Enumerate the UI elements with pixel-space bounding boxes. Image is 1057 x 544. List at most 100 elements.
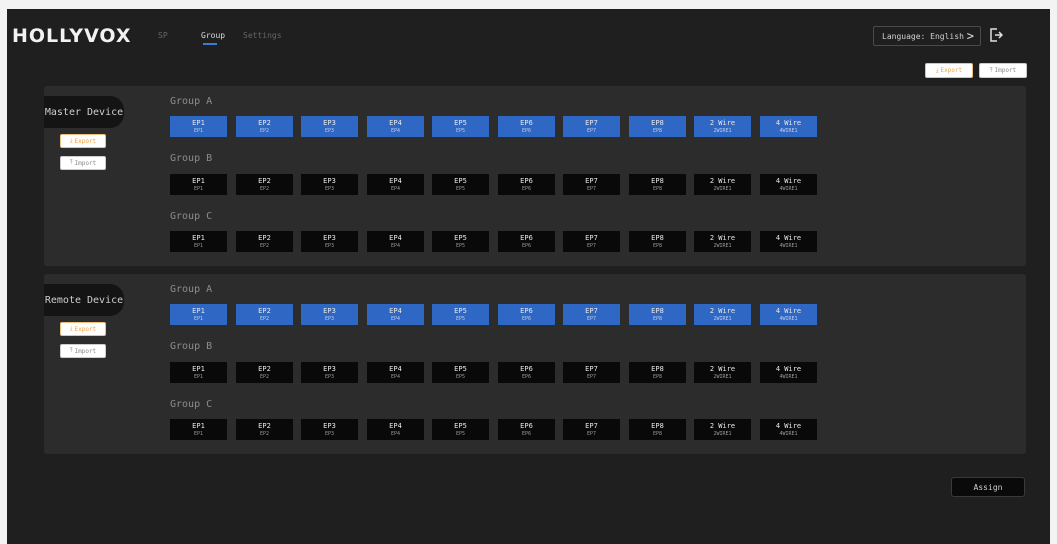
group-cell[interactable]: 2 Wire 2WIRE1 — [694, 174, 751, 195]
group-cell[interactable]: EP4 EP4 — [367, 174, 424, 195]
cell-sub: EP2 — [259, 185, 270, 192]
device-tab[interactable]: Master Device — [44, 96, 124, 128]
cell-name: 2 Wire — [709, 233, 736, 242]
assign-button[interactable]: Assign — [951, 477, 1025, 497]
group-cell[interactable]: EP4 EP4 — [367, 231, 424, 252]
device-import-button[interactable]: ⤒ Import — [60, 344, 106, 358]
group-cell[interactable]: EP3 EP3 — [301, 362, 358, 383]
cell-name: EP3 — [323, 306, 336, 315]
group-cell[interactable]: EP2 EP2 — [236, 174, 293, 195]
group-cell[interactable]: EP1 EP1 — [170, 419, 227, 440]
top-import-button[interactable]: ⤒ Import — [979, 63, 1027, 78]
group-cell[interactable]: EP8 EP8 — [629, 304, 686, 325]
group-cell[interactable]: 4 Wire 4WIRE1 — [760, 362, 817, 383]
group-cell[interactable]: EP3 EP3 — [301, 116, 358, 137]
group-cell[interactable]: EP3 EP3 — [301, 304, 358, 325]
cell-name: EP2 — [258, 118, 271, 127]
cell-sub: EP5 — [455, 127, 466, 134]
cell-name: EP7 — [585, 306, 598, 315]
group-cell[interactable]: EP6 EP6 — [498, 419, 555, 440]
cell-sub: EP3 — [324, 430, 335, 437]
device-tab[interactable]: Remote Device — [44, 284, 124, 316]
group-cell[interactable]: EP3 EP3 — [301, 231, 358, 252]
group-cell[interactable]: EP8 EP8 — [629, 231, 686, 252]
tab-sp[interactable]: SP — [158, 31, 168, 40]
cell-sub: EP3 — [324, 185, 335, 192]
group-cell[interactable]: EP6 EP6 — [498, 304, 555, 325]
group-cell[interactable]: EP3 EP3 — [301, 419, 358, 440]
tab-settings[interactable]: Settings — [243, 31, 282, 40]
group-cell[interactable]: EP1 EP1 — [170, 231, 227, 252]
group-cell[interactable]: EP1 EP1 — [170, 116, 227, 137]
cell-name: EP1 — [192, 233, 205, 242]
device-export-button[interactable]: ⤓ Export — [60, 134, 106, 148]
group-cell[interactable]: EP3 EP3 — [301, 174, 358, 195]
group-cell[interactable]: EP2 EP2 — [236, 116, 293, 137]
group-cell[interactable]: EP2 EP2 — [236, 419, 293, 440]
group-cell[interactable]: EP7 EP7 — [563, 419, 620, 440]
group-cell[interactable]: EP6 EP6 — [498, 231, 555, 252]
cell-sub: EP7 — [586, 242, 597, 249]
group-cell[interactable]: EP2 EP2 — [236, 362, 293, 383]
group-cell[interactable]: EP1 EP1 — [170, 174, 227, 195]
cell-name: EP7 — [585, 233, 598, 242]
cell-name: EP1 — [192, 118, 205, 127]
group-cell[interactable]: EP8 EP8 — [629, 116, 686, 137]
device-import-button[interactable]: ⤒ Import — [60, 156, 106, 170]
cell-name: 2 Wire — [709, 176, 736, 185]
cell-name: EP7 — [585, 364, 598, 373]
cell-name: 4 Wire — [775, 176, 802, 185]
group-cell[interactable]: EP7 EP7 — [563, 231, 620, 252]
group-cell[interactable]: EP6 EP6 — [498, 174, 555, 195]
cell-name: EP8 — [651, 118, 664, 127]
group-cell[interactable]: EP4 EP4 — [367, 419, 424, 440]
group-cell[interactable]: EP5 EP5 — [432, 116, 489, 137]
group-cell[interactable]: EP5 EP5 — [432, 362, 489, 383]
cell-name: 4 Wire — [775, 118, 802, 127]
group-cell[interactable]: 2 Wire 2WIRE1 — [694, 304, 751, 325]
logout-icon[interactable] — [989, 27, 1003, 43]
cell-sub: EP3 — [324, 127, 335, 134]
cell-name: 4 Wire — [775, 421, 802, 430]
group-cell[interactable]: EP7 EP7 — [563, 174, 620, 195]
group-cell[interactable]: EP1 EP1 — [170, 304, 227, 325]
cell-sub: EP4 — [390, 430, 401, 437]
group-cell[interactable]: 4 Wire 4WIRE1 — [760, 174, 817, 195]
device-export-button[interactable]: ⤓ Export — [60, 322, 106, 336]
group-cell[interactable]: 4 Wire 4WIRE1 — [760, 419, 817, 440]
group-cell[interactable]: EP6 EP6 — [498, 116, 555, 137]
cell-name: EP8 — [651, 176, 664, 185]
group-cell[interactable]: EP4 EP4 — [367, 116, 424, 137]
language-selector[interactable]: Language: English > — [873, 26, 981, 46]
group-cell[interactable]: 2 Wire 2WIRE1 — [694, 362, 751, 383]
cell-sub: EP8 — [652, 185, 663, 192]
group-cell[interactable]: EP7 EP7 — [563, 116, 620, 137]
group-cell[interactable]: EP4 EP4 — [367, 362, 424, 383]
top-import-label: Import — [994, 67, 1017, 74]
group-cell[interactable]: 2 Wire 2WIRE1 — [694, 419, 751, 440]
group-cell[interactable]: EP8 EP8 — [629, 174, 686, 195]
group-cell[interactable]: EP4 EP4 — [367, 304, 424, 325]
group-cell[interactable]: EP1 EP1 — [170, 362, 227, 383]
group-cell[interactable]: EP8 EP8 — [629, 362, 686, 383]
group-cell[interactable]: EP6 EP6 — [498, 362, 555, 383]
group-cell[interactable]: 2 Wire 2WIRE1 — [694, 116, 751, 137]
group-cell[interactable]: EP5 EP5 — [432, 231, 489, 252]
download-icon: ⤓ — [935, 66, 939, 74]
group-cell[interactable]: EP7 EP7 — [563, 304, 620, 325]
tab-group[interactable]: Group — [201, 31, 225, 40]
group-cell[interactable]: EP2 EP2 — [236, 231, 293, 252]
group-cell[interactable]: EP5 EP5 — [432, 174, 489, 195]
group-cell[interactable]: EP5 EP5 — [432, 304, 489, 325]
group-cell[interactable]: 4 Wire 4WIRE1 — [760, 116, 817, 137]
group-cell[interactable]: EP7 EP7 — [563, 362, 620, 383]
group-cell[interactable]: EP8 EP8 — [629, 419, 686, 440]
cell-sub: EP3 — [324, 315, 335, 322]
group-cell[interactable]: 2 Wire 2WIRE1 — [694, 231, 751, 252]
group-cell[interactable]: EP2 EP2 — [236, 304, 293, 325]
top-export-button[interactable]: ⤓ Export — [925, 63, 973, 78]
group-cell[interactable]: 4 Wire 4WIRE1 — [760, 304, 817, 325]
group-title: Group C — [170, 211, 213, 222]
group-cell[interactable]: EP5 EP5 — [432, 419, 489, 440]
group-cell[interactable]: 4 Wire 4WIRE1 — [760, 231, 817, 252]
